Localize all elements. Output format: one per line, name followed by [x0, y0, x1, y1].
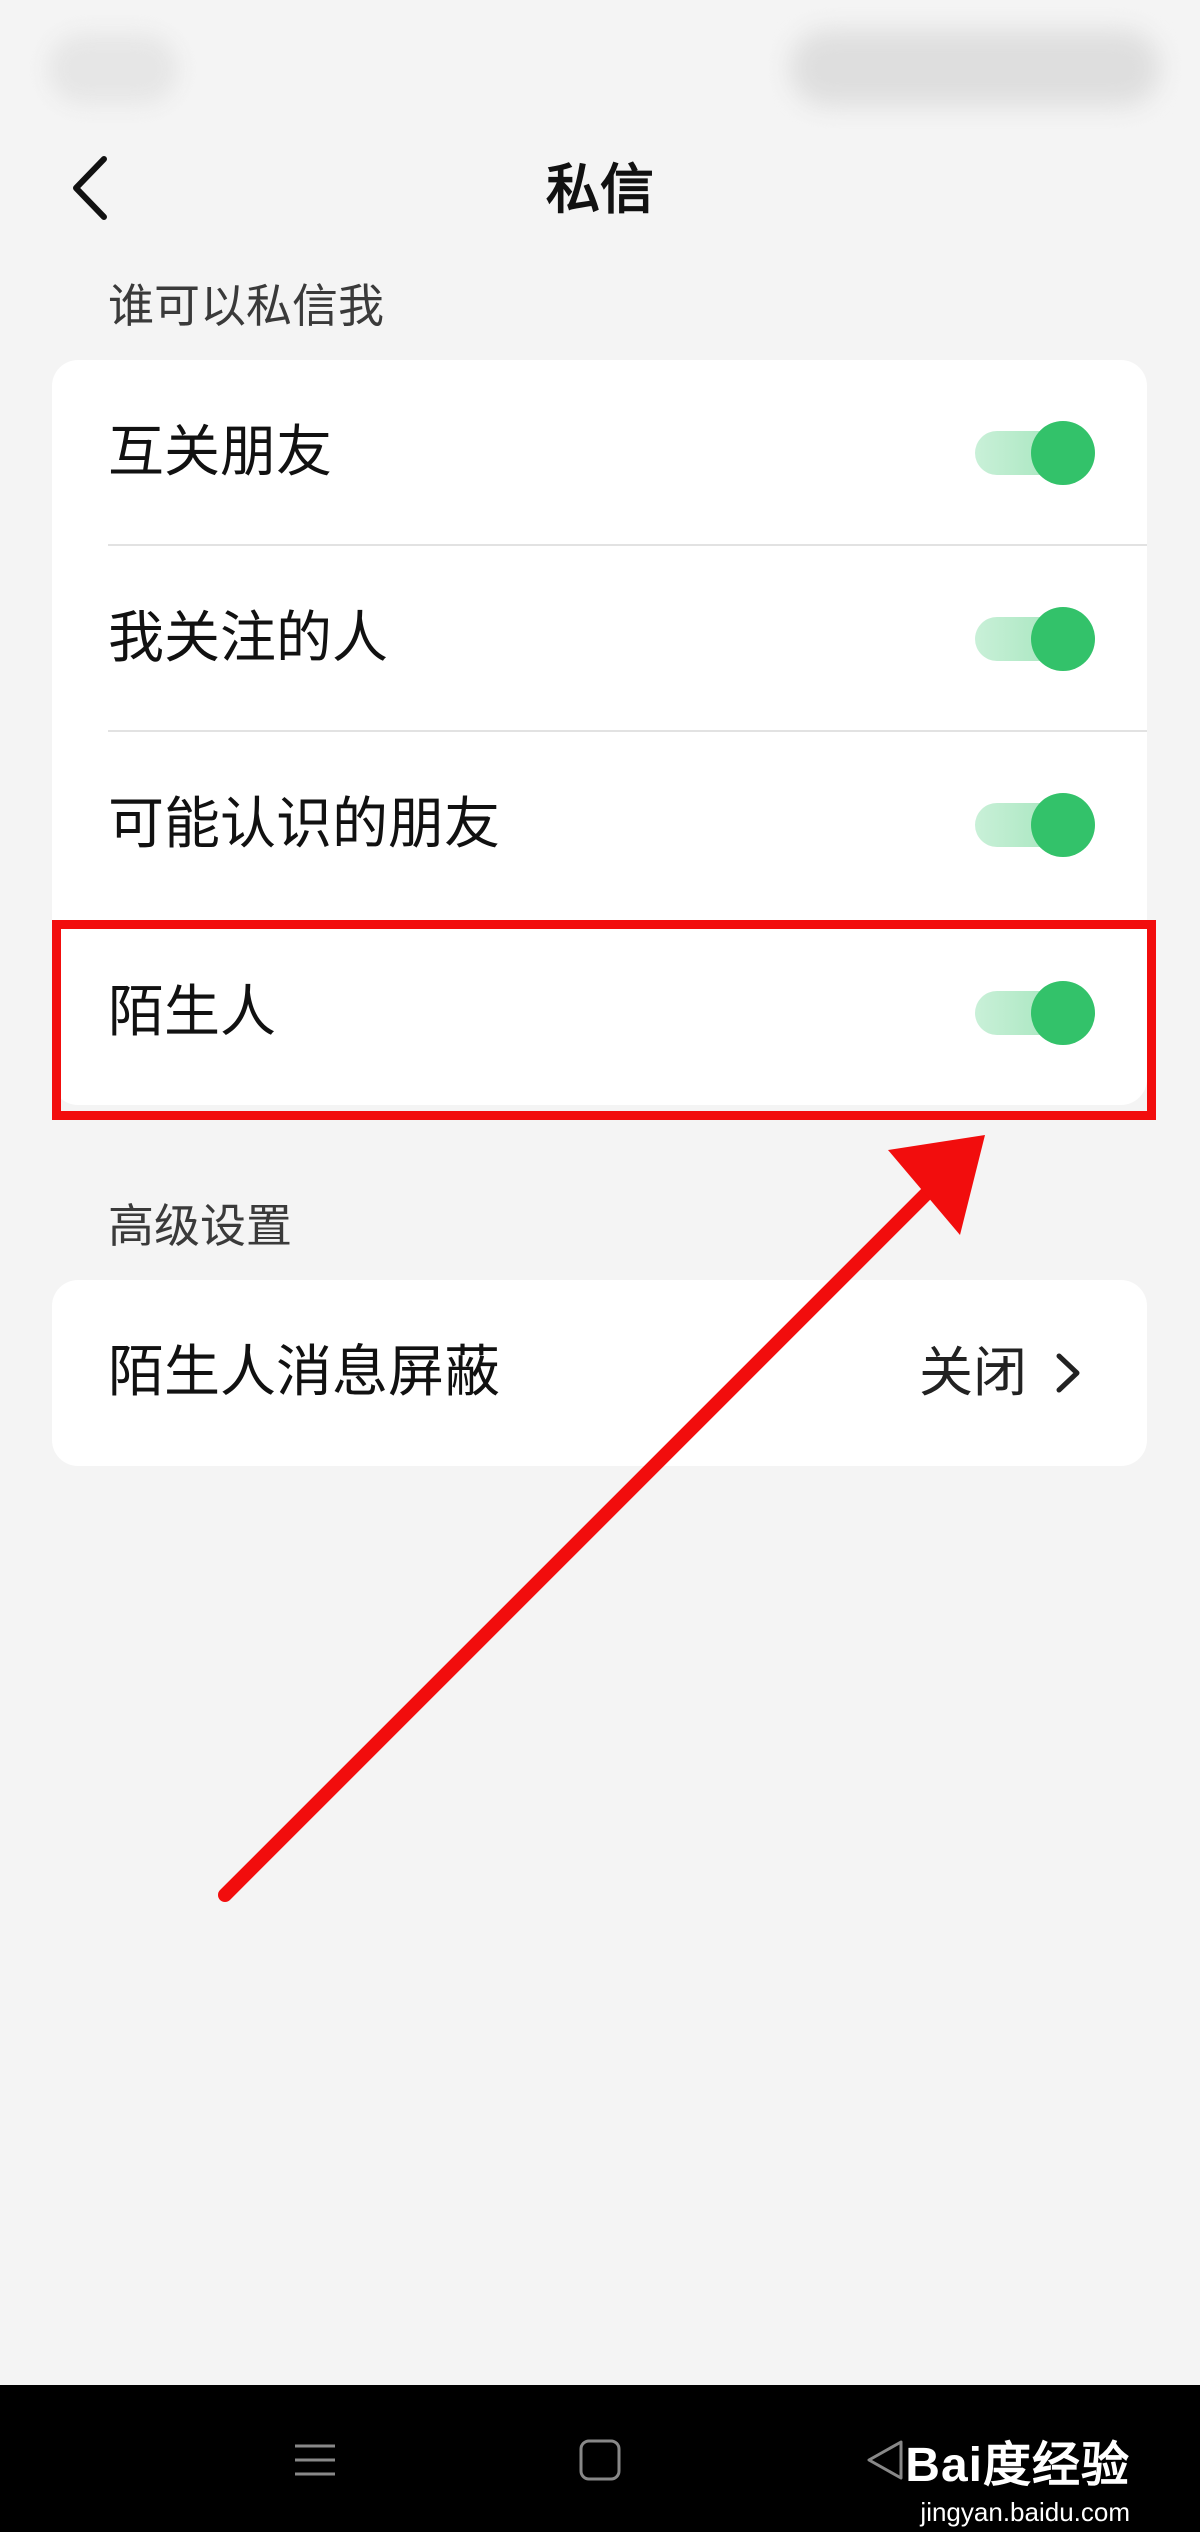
menu-icon [295, 2444, 335, 2476]
watermark: Bai度经验 jingyan.baidu.com [905, 2425, 1130, 2528]
home-button[interactable] [565, 2425, 635, 2495]
menu-button[interactable] [280, 2425, 350, 2495]
back-triangle-icon [867, 2440, 903, 2480]
system-navigation-bar: Bai度经验 jingyan.baidu.com [0, 2385, 1200, 2532]
home-icon [579, 2439, 621, 2481]
watermark-url: jingyan.baidu.com [920, 2497, 1130, 2527]
watermark-brand: Bai度经验 [905, 2439, 1130, 2492]
annotation-arrow [218, 1135, 985, 1902]
